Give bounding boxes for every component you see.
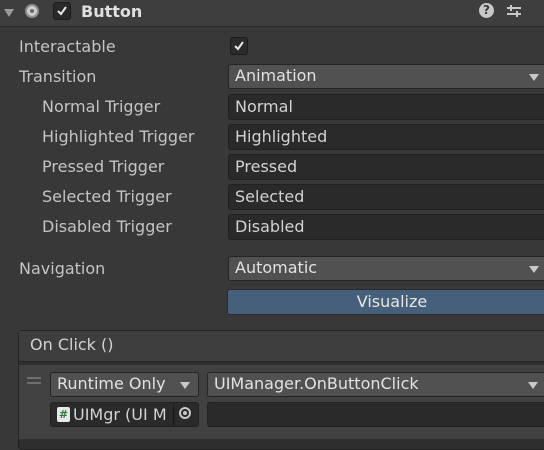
runtime-dropdown[interactable]: Runtime Only xyxy=(50,372,199,397)
checkmark-icon xyxy=(57,6,67,16)
object-picker-icon[interactable] xyxy=(173,403,198,426)
selected-trigger-label: Selected Trigger xyxy=(42,187,172,206)
interactable-checkbox[interactable] xyxy=(230,37,248,55)
visualize-button[interactable]: Visualize xyxy=(227,289,544,315)
disabled-trigger-field[interactable]: Disabled xyxy=(228,214,544,240)
navigation-dropdown[interactable]: Automatic xyxy=(228,256,544,281)
chevron-down-icon xyxy=(529,74,539,81)
highlighted-trigger-field[interactable]: Highlighted xyxy=(228,124,544,150)
pressed-trigger-label: Pressed Trigger xyxy=(42,157,165,176)
chevron-down-icon xyxy=(528,382,538,389)
foldout-arrow-icon[interactable] xyxy=(4,9,14,17)
function-value: UIManager.OnButtonClick xyxy=(214,374,419,393)
on-click-title: On Click () xyxy=(30,335,114,354)
runtime-value: Runtime Only xyxy=(57,374,166,393)
drag-handle-icon[interactable] xyxy=(27,377,41,387)
target-object-field[interactable]: # UIMgr (UI M xyxy=(50,402,199,427)
presets-icon[interactable] xyxy=(506,3,522,23)
component-enabled-checkbox[interactable] xyxy=(53,2,71,20)
navigation-value: Automatic xyxy=(235,258,318,277)
normal-trigger-field[interactable]: Normal xyxy=(228,94,544,120)
button-component-icon xyxy=(25,4,39,18)
navigation-label: Navigation xyxy=(19,259,106,278)
disabled-trigger-label: Disabled Trigger xyxy=(42,217,172,236)
argument-field[interactable] xyxy=(207,402,544,427)
help-icon[interactable]: ? xyxy=(479,3,494,18)
interactable-label: Interactable xyxy=(19,37,116,56)
transition-value: Animation xyxy=(235,66,317,85)
checkmark-icon xyxy=(234,41,244,51)
transition-dropdown[interactable]: Animation xyxy=(228,64,544,89)
target-object-value: UIMgr (UI M xyxy=(73,405,167,424)
chevron-down-icon xyxy=(180,382,190,389)
component-title: Button xyxy=(81,2,143,21)
script-icon: # xyxy=(57,407,70,422)
pressed-trigger-field[interactable]: Pressed xyxy=(228,154,544,180)
selected-trigger-field[interactable]: Selected xyxy=(228,184,544,210)
function-dropdown[interactable]: UIManager.OnButtonClick xyxy=(207,372,544,397)
chevron-down-icon xyxy=(529,266,539,273)
transition-label: Transition xyxy=(19,67,97,86)
normal-trigger-label: Normal Trigger xyxy=(42,97,161,116)
highlighted-trigger-label: Highlighted Trigger xyxy=(42,127,195,146)
